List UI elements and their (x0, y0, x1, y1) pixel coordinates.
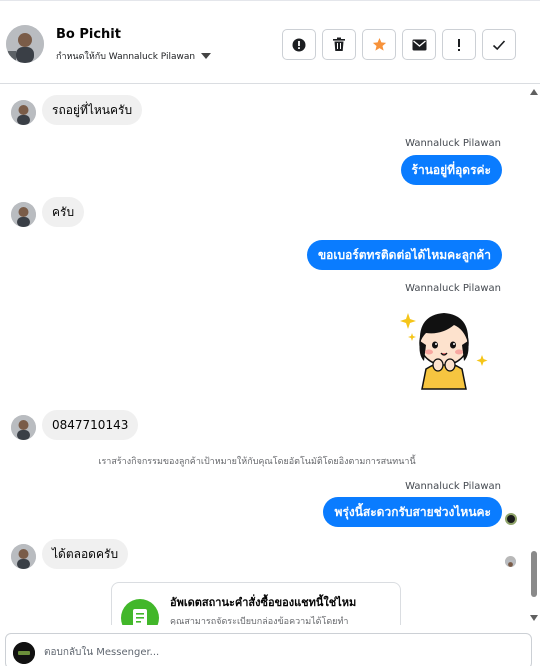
incoming-message[interactable]: รถอยู่ที่ไหนครับ (42, 95, 143, 125)
caret-down-icon (201, 53, 212, 59)
sticker-image[interactable] (398, 299, 490, 391)
star-icon (372, 37, 386, 51)
conversation-header: Bo Pichit กำหนดให้กับ Wannaluck Pilawan (0, 0, 540, 84)
contact-name[interactable]: Bo Pichit (56, 27, 121, 42)
contact-avatar-small[interactable] (11, 100, 36, 125)
sender-name: Wannaluck Pilawan (405, 481, 501, 492)
exclamation-icon (458, 38, 460, 51)
scroll-down-icon[interactable] (530, 615, 538, 621)
order-icon (121, 599, 159, 625)
incoming-message[interactable]: 0847710143 (42, 410, 139, 440)
follow-up-button[interactable] (442, 29, 476, 60)
contact-avatar-small[interactable] (11, 415, 36, 440)
contact-avatar-small[interactable] (11, 544, 36, 569)
contact-avatar-small[interactable] (11, 202, 36, 227)
check-icon (492, 39, 506, 50)
delete-button[interactable] (322, 29, 356, 60)
mail-icon (412, 39, 426, 50)
mark-done-button[interactable] (482, 29, 516, 60)
girl-sticker-icon (400, 313, 488, 390)
sender-name: Wannaluck Pilawan (405, 138, 501, 149)
thread-scrollbar[interactable] (528, 85, 540, 625)
outgoing-message[interactable]: ขอเบอร์ตทรติดต่อได้ไหมคะลูกค้า (306, 240, 502, 270)
page-avatar (13, 642, 35, 664)
scrollbar-thumb[interactable] (531, 551, 537, 597)
mark-spam-button[interactable] (282, 29, 316, 60)
reply-input[interactable] (44, 642, 514, 662)
trash-icon (333, 37, 345, 51)
seen-avatar-icon (505, 556, 516, 567)
assign-dropdown[interactable]: กำหนดให้กับ Wannaluck Pilawan (56, 49, 212, 63)
seen-indicator-icon (505, 513, 517, 525)
system-notice: เราสร้างกิจกรรมของลูกค้าเป้าหมายให้กับคุ… (98, 457, 416, 467)
mark-unread-button[interactable] (402, 29, 436, 60)
incoming-message[interactable]: ครับ (42, 197, 85, 227)
order-status-suggestion-card[interactable]: อัพเดตสถานะคำสั่งซื้อของแชทนี้ใช่ไหม คุณ… (111, 582, 401, 625)
card-title: อัพเดตสถานะคำสั่งซื้อของแชทนี้ใช่ไหม (170, 596, 357, 609)
alert-circle-icon (292, 38, 306, 51)
sender-name: Wannaluck Pilawan (405, 283, 501, 294)
star-button[interactable] (362, 29, 396, 60)
conversation-actions (282, 29, 516, 60)
outgoing-message[interactable]: ร้านอยู่ที่อุดรค่ะ (400, 155, 502, 185)
assigned-to-label: กำหนดให้กับ Wannaluck Pilawan (56, 52, 196, 62)
incoming-message[interactable]: ได้ตลอดครับ (42, 539, 129, 569)
scroll-up-icon[interactable] (530, 89, 538, 95)
contact-avatar[interactable] (6, 25, 44, 63)
reply-composer (5, 633, 532, 666)
card-description: คุณสามารถจัดระเบียบกล่องข้อความได้โดยทำ (170, 617, 349, 625)
outgoing-message[interactable]: พรุ่งนี้สะดวกรับสายช่วงไหนคะ (323, 497, 502, 527)
message-thread[interactable]: รถอยู่ที่ไหนครับ Wannaluck Pilawan ร้านอ… (0, 85, 528, 625)
